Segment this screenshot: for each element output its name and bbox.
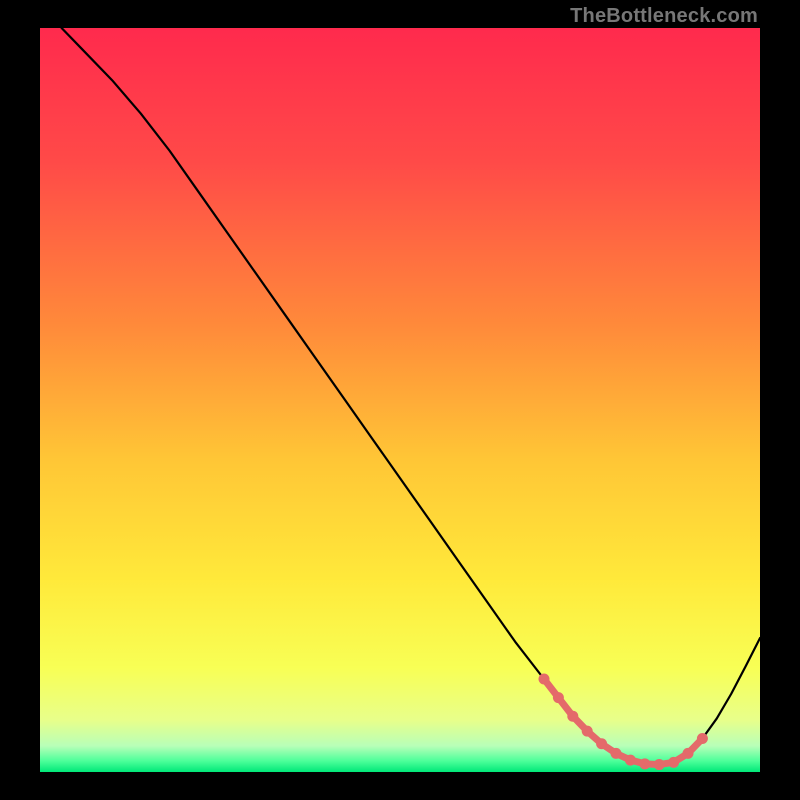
gradient-background bbox=[40, 28, 760, 772]
optimal-band-dot bbox=[668, 757, 679, 768]
optimal-band-dot bbox=[567, 711, 578, 722]
plot-area bbox=[40, 28, 760, 772]
optimal-band-dot bbox=[539, 674, 550, 685]
watermark: TheBottleneck.com bbox=[570, 5, 758, 28]
optimal-band-dot bbox=[697, 733, 708, 744]
optimal-band-dot bbox=[625, 755, 636, 766]
optimal-band-dot bbox=[596, 738, 607, 749]
optimal-band-dot bbox=[553, 692, 564, 703]
optimal-band-dot bbox=[639, 758, 650, 769]
optimal-band-dot bbox=[654, 759, 665, 770]
optimal-band-dot bbox=[683, 748, 694, 759]
chart-frame: TheBottleneck.com bbox=[0, 0, 800, 800]
optimal-band-dot bbox=[582, 726, 593, 737]
chart-svg bbox=[40, 28, 760, 772]
optimal-band-dot bbox=[611, 748, 622, 759]
